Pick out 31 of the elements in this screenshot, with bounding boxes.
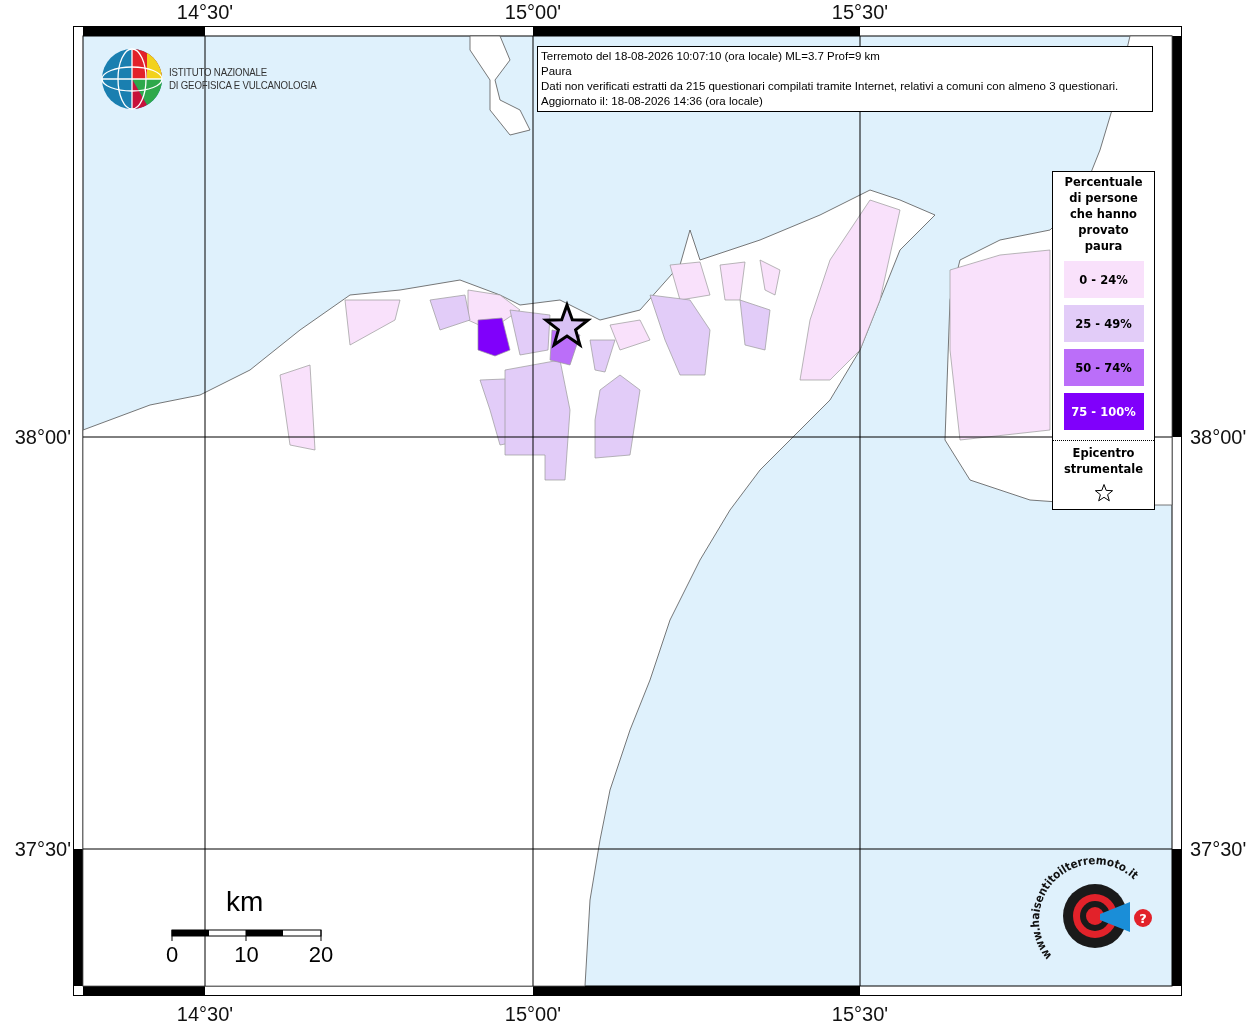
longitude-label: 14°30': [176, 1004, 234, 1024]
legend-title: Percentuale di persone che hanno provato paura: [1063, 174, 1144, 254]
legend-class: 50 - 74%: [1063, 349, 1144, 386]
longitude-label: 15°30': [831, 2, 889, 22]
epicenter-star-icon: [541, 300, 593, 349]
latitude-label: 37°30': [1190, 839, 1247, 859]
info-line: Terremoto del 18-08-2026 10:07:10 (ora locale) ML=3.7 Prof=9 km: [541, 49, 881, 64]
scale-unit: km: [226, 888, 264, 916]
municipality-area: [759, 259, 781, 296]
municipality-area: [344, 299, 401, 346]
star-icon: [1093, 483, 1114, 503]
legend-class: 0 - 24%: [1063, 261, 1144, 298]
latitude-label: 38°00': [1190, 427, 1247, 447]
longitude-label: 15°00': [504, 1004, 562, 1024]
legend-class: 75 - 100%: [1063, 393, 1144, 430]
globe-logo-icon: [101, 48, 163, 110]
latitude-label: 37°30': [14, 839, 71, 859]
longitude-label: 15°00': [504, 2, 562, 22]
scale-label: 0: [165, 944, 179, 966]
longitude-label: 15°30': [831, 1004, 889, 1024]
legend-class: 25 - 49%: [1063, 305, 1144, 342]
scale-label: 20: [308, 944, 334, 966]
longitude-label: 14°30': [176, 2, 234, 22]
info-line: Paura: [541, 64, 573, 79]
municipality-area: [739, 299, 771, 351]
municipality-area: [719, 261, 746, 301]
info-line: Aggiornato il: 18-08-2026 14:36 (ora locale): [541, 94, 764, 109]
scale-label: 10: [234, 944, 259, 966]
latitude-label: 38°00': [14, 427, 71, 447]
epicenter-label: Epicentro strumentale: [1062, 445, 1145, 477]
info-line: Dati non verificati estratti da 215 questionari compilati tramite Internet, relativi a comuni con almeno 3 questionari.: [541, 79, 1120, 94]
